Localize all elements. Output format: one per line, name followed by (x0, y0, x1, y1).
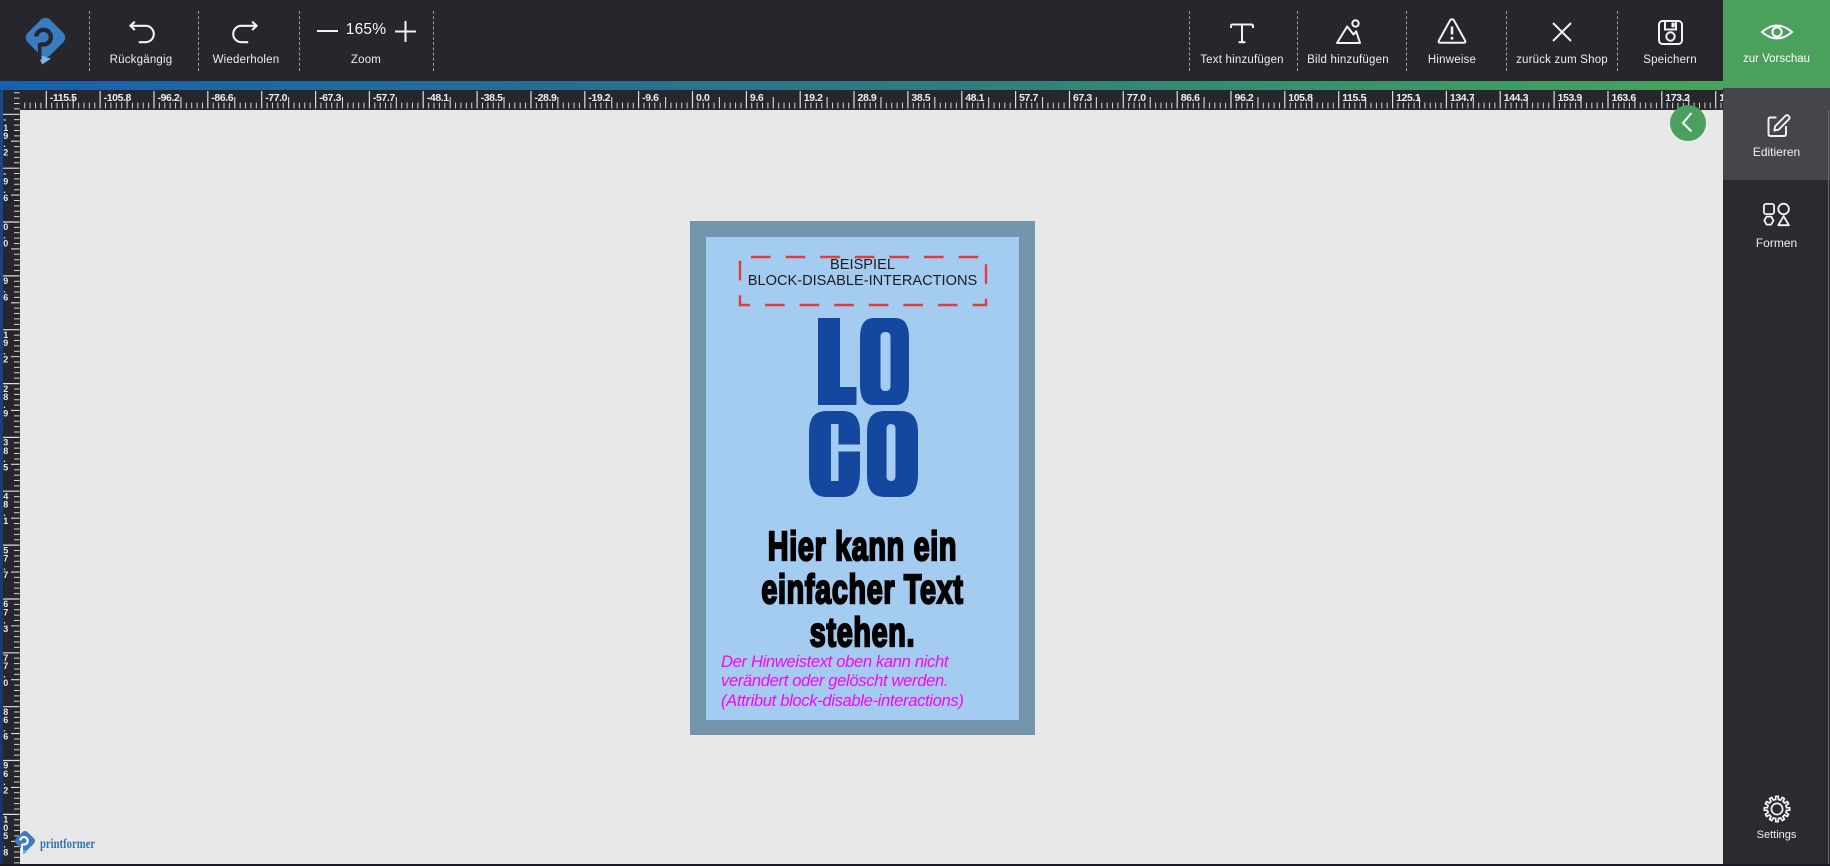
svg-text:153.9: 153.9 (1558, 92, 1583, 104)
svg-text:19.2: 19.2 (804, 92, 823, 104)
svg-text:-48.1: -48.1 (427, 92, 449, 104)
svg-text:1: 1 (3, 516, 8, 526)
svg-text:77.0: 77.0 (1127, 92, 1146, 104)
svg-text:6: 6 (3, 732, 8, 742)
svg-text:-67.3: -67.3 (319, 92, 341, 104)
svg-text:38.5: 38.5 (911, 92, 930, 104)
svg-text:9: 9 (3, 409, 8, 419)
svg-text:2: 2 (3, 786, 8, 796)
svg-text:-86.6: -86.6 (211, 92, 233, 104)
svg-text:-115.5: -115.5 (50, 92, 77, 104)
svg-text:-57.7: -57.7 (373, 92, 395, 104)
svg-text:-96.2: -96.2 (158, 92, 180, 104)
svg-text:3: 3 (3, 624, 8, 634)
svg-text:0: 0 (3, 239, 8, 249)
svg-text:-77.0: -77.0 (265, 92, 287, 104)
svg-text:163.6: 163.6 (1612, 92, 1637, 104)
svg-text:5: 5 (3, 462, 8, 472)
svg-text:115.5: 115.5 (1342, 92, 1366, 104)
svg-text:8: 8 (3, 848, 8, 858)
svg-text:67.3: 67.3 (1073, 92, 1092, 104)
svg-text:2: 2 (3, 355, 8, 365)
svg-text:0.0: 0.0 (696, 92, 710, 104)
svg-text:48.1: 48.1 (965, 92, 984, 104)
svg-text:-28.9: -28.9 (535, 92, 557, 104)
svg-text:-38.5: -38.5 (481, 92, 503, 104)
svg-text:6: 6 (3, 193, 8, 203)
svg-text:144.3: 144.3 (1504, 92, 1529, 104)
svg-text:57.7: 57.7 (1019, 92, 1038, 104)
svg-text:7: 7 (3, 570, 8, 580)
svg-text:28.9: 28.9 (858, 92, 877, 104)
svg-text:105.8: 105.8 (1288, 92, 1313, 104)
svg-text:-9.6: -9.6 (642, 92, 659, 104)
svg-text:6: 6 (3, 293, 8, 303)
svg-text:-19.2: -19.2 (588, 92, 610, 104)
svg-text:-105.8: -105.8 (104, 92, 132, 104)
svg-text:86.6: 86.6 (1181, 92, 1200, 104)
svg-text:9.6: 9.6 (750, 92, 764, 104)
svg-text:125.1: 125.1 (1396, 92, 1421, 104)
svg-text:0: 0 (3, 678, 8, 688)
svg-text:2: 2 (3, 148, 8, 158)
svg-text:96.2: 96.2 (1235, 92, 1254, 104)
svg-text:134.7: 134.7 (1450, 92, 1475, 104)
svg-text:173.2: 173.2 (1665, 92, 1690, 104)
